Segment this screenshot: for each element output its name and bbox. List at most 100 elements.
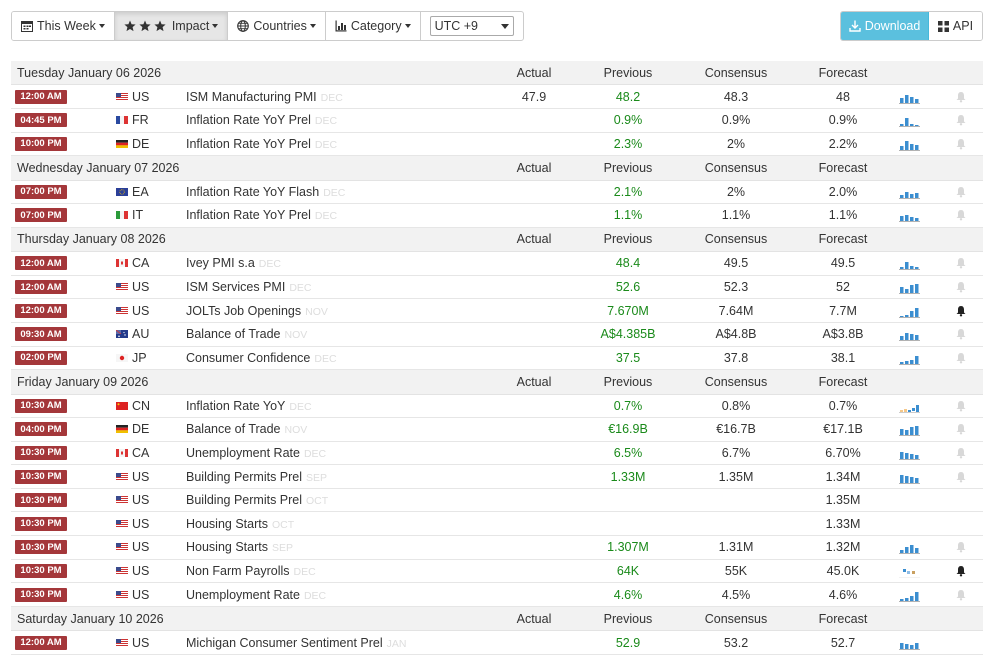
event-row[interactable]: 02:00 PM JP Consumer Confidence DEC 37.5 37.8… (11, 347, 983, 371)
event-name-link[interactable]: Unemployment Rate DEC (186, 588, 326, 602)
event-name: Inflation Rate YoY Flash (186, 184, 320, 199)
event-row[interactable]: 10:00 PM DE Inflation Rate YoY Prel DEC 2.3%… (11, 133, 983, 157)
bell-icon[interactable] (955, 400, 967, 412)
event-row[interactable]: 07:00 PM EA Inflation Rate YoY Flash DEC 2.1… (11, 181, 983, 205)
bell-icon[interactable] (955, 471, 967, 483)
api-button[interactable]: API (929, 12, 982, 40)
event-row[interactable]: 10:30 PM US Non Farm Payrolls DEC 64K 55K 45.0… (11, 560, 983, 584)
event-name: Non Farm Payrolls (186, 563, 290, 578)
sparkline-chart-icon[interactable] (897, 446, 921, 460)
this-week-dropdown[interactable]: This Week (12, 12, 115, 40)
event-row[interactable]: 10:30 PM US Building Permits Prel SEP 1.33M 1… (11, 465, 983, 489)
timezone-select[interactable]: UTC +9 (429, 16, 514, 36)
bell-icon[interactable] (955, 114, 967, 126)
event-row[interactable]: 04:00 PM DE Balance of Trade NOV €16.9B €16.7… (11, 418, 983, 442)
event-row[interactable]: 12:00 AM US ISM Services PMI DEC 52.6 52.3 52 (11, 276, 983, 300)
sparkline-chart-icon[interactable] (897, 470, 921, 484)
bell-icon[interactable] (955, 423, 967, 435)
event-name-link[interactable]: Inflation Rate YoY DEC (186, 399, 312, 413)
country-code: US (132, 563, 150, 578)
event-name-link[interactable]: Inflation Rate YoY Prel DEC (186, 113, 337, 127)
event-row[interactable]: 10:30 AM CN Inflation Rate YoY DEC 0.7% 0.8% 0… (11, 395, 983, 419)
event-row[interactable]: 07:00 PM IT Inflation Rate YoY Prel DEC 1.1%… (11, 204, 983, 228)
sparkline-chart-icon[interactable] (897, 588, 921, 602)
sparkline-chart-icon[interactable] (897, 636, 921, 650)
event-name-link[interactable]: Inflation Rate YoY Prel DEC (186, 137, 337, 151)
category-dropdown[interactable]: Category (325, 12, 421, 40)
sparkline-chart-icon[interactable] (897, 137, 921, 151)
country-code: US (132, 280, 150, 295)
event-row[interactable]: 12:00 AM US ISM Manufacturing PMI DEC 47.9 48… (11, 85, 983, 109)
column-header-forecast: Forecast (818, 232, 868, 247)
event-name-link[interactable]: Housing Starts SEP (186, 540, 293, 554)
event-name-link[interactable]: Non Farm Payrolls DEC (186, 564, 316, 578)
sparkline-chart-icon[interactable] (897, 90, 921, 104)
event-name-link[interactable]: Building Permits Prel SEP (186, 470, 327, 484)
reference-period: DEC (314, 210, 338, 223)
event-row[interactable]: 12:00 AM CA Ivey PMI s.a DEC 48.4 49.5 49.5 (11, 252, 983, 276)
bell-icon[interactable] (955, 91, 967, 103)
bell-icon[interactable] (955, 138, 967, 150)
sparkline-chart-icon[interactable] (897, 327, 921, 342)
bell-icon[interactable] (955, 541, 967, 553)
download-button[interactable]: Download (841, 12, 929, 40)
event-row[interactable]: 10:30 PM CA Unemployment Rate DEC 6.5% 6.7% 6.… (11, 442, 983, 466)
flag-fr-icon (116, 116, 128, 125)
sparkline-chart-icon[interactable] (897, 399, 921, 413)
event-name: Balance of Trade (186, 422, 281, 437)
event-name-link[interactable]: ISM Manufacturing PMI DEC (186, 90, 343, 104)
event-name-link[interactable]: Ivey PMI s.a DEC (186, 256, 281, 270)
event-row[interactable]: 10:30 PM US Unemployment Rate DEC 4.6% 4.5% 4.… (11, 583, 983, 607)
bell-icon[interactable] (955, 305, 967, 317)
event-name-link[interactable]: Consumer Confidence DEC (186, 351, 337, 365)
countries-dropdown[interactable]: Countries (228, 12, 326, 40)
sparkline-chart-icon[interactable] (897, 208, 921, 223)
sparkline-chart-icon[interactable] (897, 185, 921, 199)
event-name: Balance of Trade (186, 327, 281, 342)
bell-icon[interactable] (955, 257, 967, 269)
sparkline-chart-icon[interactable] (897, 564, 921, 578)
bell-icon[interactable] (955, 186, 967, 198)
event-name-link[interactable]: Building Permits Prel OCT (186, 493, 328, 507)
bell-icon[interactable] (955, 281, 967, 293)
bell-icon[interactable] (955, 447, 967, 459)
consensus-value: 52.3 (723, 280, 749, 295)
bell-icon[interactable] (955, 565, 967, 577)
bell-icon[interactable] (955, 328, 967, 340)
consensus-value: 0.9% (721, 113, 751, 128)
event-name-link[interactable]: Inflation Rate YoY Prel DEC (186, 208, 337, 222)
event-row[interactable]: 12:00 AM US Michigan Consumer Sentiment Pr… (11, 631, 983, 655)
reference-period: DEC (314, 352, 337, 365)
event-row[interactable]: 09:30 AM AU Balance of Trade NOV A$4.385B A$4… (11, 323, 983, 347)
event-name-link[interactable]: Housing Starts OCT (186, 517, 294, 531)
event-name: JOLTs Job Openings (186, 303, 302, 318)
event-name-link[interactable]: Balance of Trade NOV (186, 422, 307, 436)
column-header-consensus: Consensus (704, 232, 768, 247)
flag-us-icon (116, 283, 128, 292)
event-name-link[interactable]: JOLTs Job Openings NOV (186, 304, 328, 318)
sparkline-chart-icon[interactable] (897, 113, 921, 128)
sparkline-chart-icon[interactable] (897, 280, 921, 294)
sparkline-chart-icon[interactable] (897, 540, 921, 555)
event-row[interactable]: 10:30 PM US Housing Starts SEP 1.307M 1.31M 1.… (11, 536, 983, 560)
time-badge: 10:00 PM (15, 136, 67, 151)
bell-icon[interactable] (955, 352, 967, 364)
event-row[interactable]: 10:30 PM US Building Permits Prel OCT 1.35M (11, 489, 983, 513)
bell-icon[interactable] (955, 589, 967, 601)
impact-dropdown[interactable]: Impact (114, 12, 229, 40)
event-row[interactable]: 04:45 PM FR Inflation Rate YoY Prel DEC 0.9%… (11, 109, 983, 133)
event-row[interactable]: 10:30 PM US Housing Starts OCT 1.33M (11, 512, 983, 537)
event-name-link[interactable]: ISM Services PMI DEC (186, 280, 312, 294)
sparkline-chart-icon[interactable] (897, 256, 921, 271)
event-name-link[interactable]: Inflation Rate YoY Flash DEC (186, 185, 345, 199)
sparkline-chart-icon[interactable] (897, 351, 921, 365)
sparkline-chart-icon[interactable] (897, 304, 921, 318)
event-name-link[interactable]: Unemployment Rate DEC (186, 446, 326, 460)
bell-icon[interactable] (955, 209, 967, 221)
event-name-link[interactable]: Michigan Consumer Sentiment Prel JAN (186, 636, 406, 650)
event-name-link[interactable]: Balance of Trade NOV (186, 327, 307, 341)
sparkline-chart-icon[interactable] (897, 422, 921, 437)
forecast-value: 1.32M (825, 540, 861, 555)
event-row[interactable]: 12:00 AM US JOLTs Job Openings NOV 7.670M 7.6… (11, 299, 983, 323)
reference-period: DEC (258, 258, 281, 271)
